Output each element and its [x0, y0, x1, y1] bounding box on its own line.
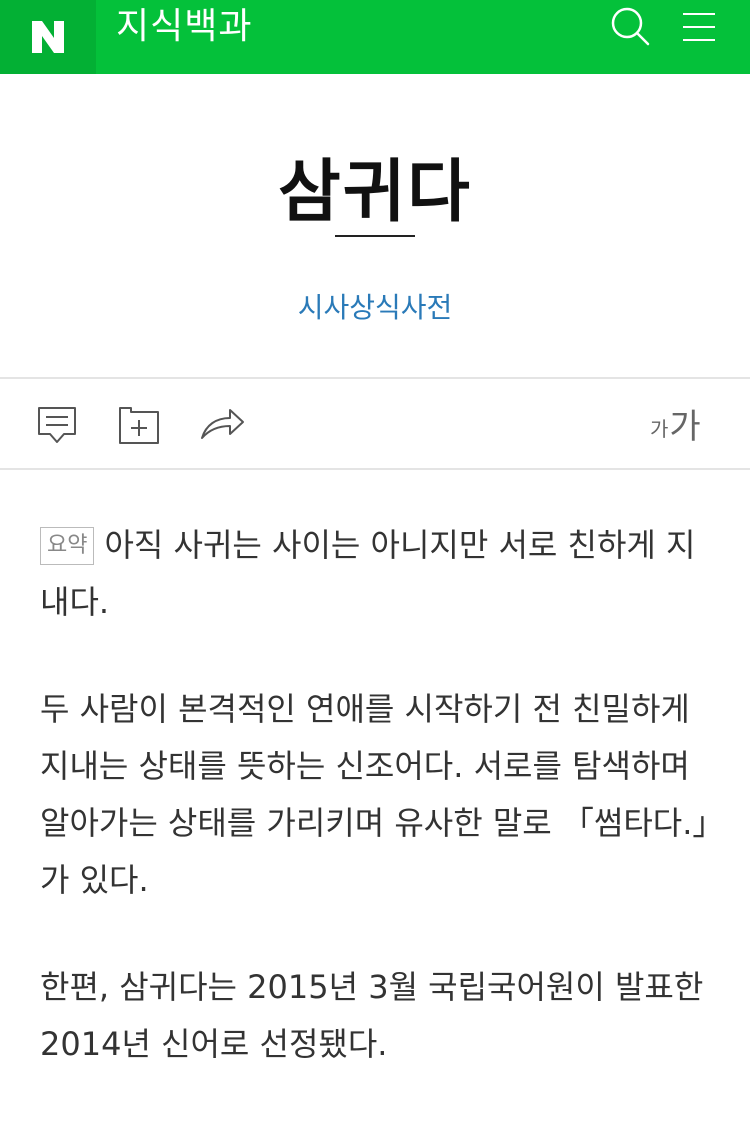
top-header: 지식백과 [0, 0, 750, 74]
summary-text: 아직 사귀는 사이는 아니지만 서로 친하게 지내다. [40, 526, 696, 621]
font-size-large-label: 가 [669, 407, 701, 447]
folder-add-icon[interactable] [113, 400, 163, 450]
share-icon[interactable] [196, 400, 246, 450]
source-link[interactable]: 시사상식사전 [0, 286, 750, 326]
body-paragraph: 두 사람이 본격적인 연애를 시작하기 전 친밀하게 지내는 상태를 뜻하는 신… [40, 690, 709, 899]
font-size-button[interactable]: 가 가 [650, 398, 701, 448]
comment-icon[interactable] [32, 400, 82, 450]
search-icon[interactable] [608, 5, 652, 49]
menu-icon[interactable] [677, 5, 721, 49]
page-title: 삼귀다 [278, 153, 472, 232]
toolbar-bottom-divider [0, 468, 750, 470]
brand-title[interactable]: 지식백과 [116, 0, 252, 54]
summary-paragraph: 요약 아직 사귀는 사이는 아니지만 서로 친하게 지내다. [40, 517, 712, 631]
body-paragraph: 한편, 삼귀다는 2015년 3월 국립국어원이 발표한 2014년 신어로 선… [40, 968, 704, 1063]
naver-n-logo-icon [32, 21, 64, 53]
font-size-small-label: 가 [650, 417, 669, 441]
summary-badge: 요약 [40, 527, 95, 565]
naver-logo[interactable] [0, 0, 96, 74]
article-body: 요약 아직 사귀는 사이는 아니지만 서로 친하게 지내다. 두 사람이 본격적인… [40, 517, 712, 1123]
title-underline [335, 235, 415, 237]
toolbar-top-divider [0, 377, 750, 379]
